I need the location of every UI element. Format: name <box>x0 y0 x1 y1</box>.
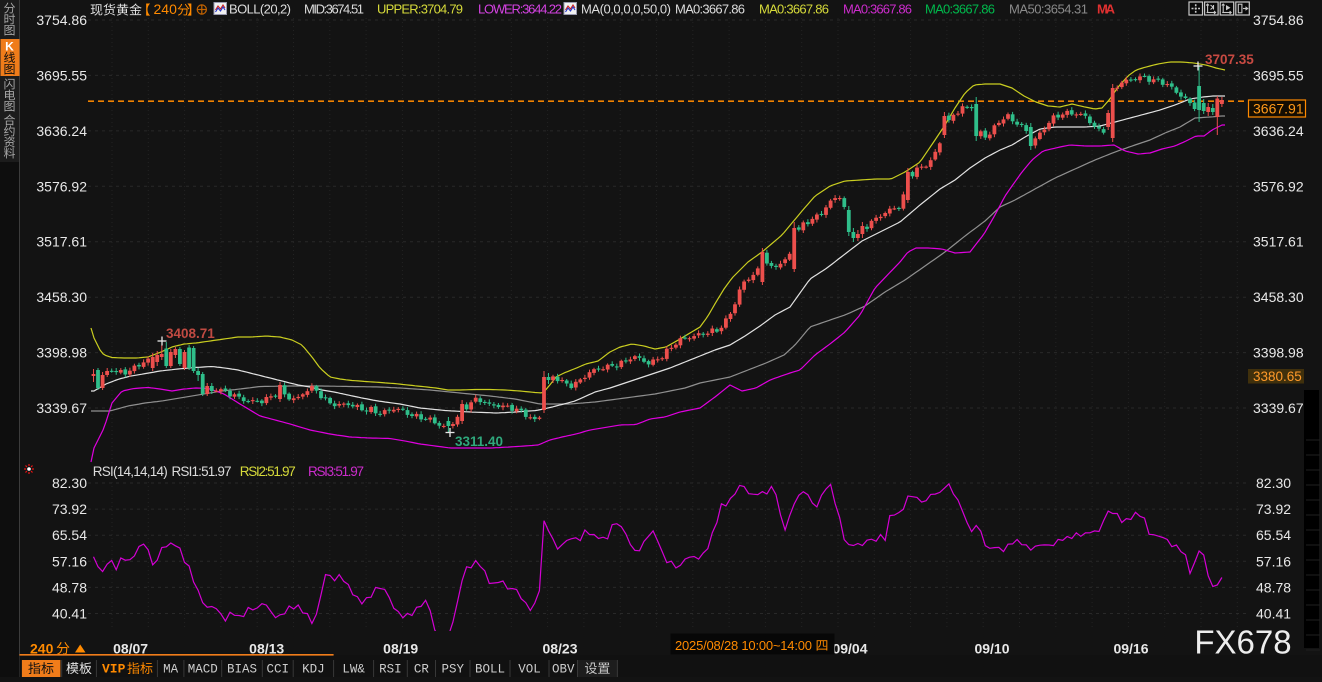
svg-text:2025/08/28 10:00~14:00: 2025/08/28 10:00~14:00 <box>675 638 812 653</box>
svg-text:3695.55: 3695.55 <box>36 67 87 83</box>
svg-text:3576.92: 3576.92 <box>1253 178 1304 194</box>
svg-text:3398.98: 3398.98 <box>1253 345 1304 361</box>
svg-text:MA0:3667.86: MA0:3667.86 <box>759 2 829 17</box>
svg-text:3380.65: 3380.65 <box>1253 369 1302 384</box>
svg-text:09/04: 09/04 <box>832 641 867 657</box>
svg-text:3517.61: 3517.61 <box>1253 234 1304 250</box>
svg-text:73.92: 73.92 <box>1256 501 1291 517</box>
svg-text:3408.71: 3408.71 <box>166 326 215 341</box>
svg-text:82.30: 82.30 <box>1256 475 1291 491</box>
svg-text:08/19: 08/19 <box>383 641 418 657</box>
svg-text:09/16: 09/16 <box>1113 641 1148 657</box>
svg-text:3754.86: 3754.86 <box>1253 12 1304 28</box>
svg-text:BIAS: BIAS <box>227 663 257 677</box>
svg-text:MA0:3667.86: MA0:3667.86 <box>843 2 912 17</box>
svg-text:MA: MA <box>1097 2 1116 17</box>
svg-text:3517.61: 3517.61 <box>36 234 87 250</box>
svg-text:CCI: CCI <box>267 663 290 677</box>
svg-text:48.78: 48.78 <box>52 579 87 595</box>
svg-text:K: K <box>5 40 14 54</box>
svg-text:3636.24: 3636.24 <box>1253 123 1304 139</box>
svg-text:RSI2:51.97: RSI2:51.97 <box>240 464 296 479</box>
svg-text:3311.40: 3311.40 <box>455 434 503 449</box>
svg-text:3458.30: 3458.30 <box>1253 289 1304 305</box>
svg-text:OBV: OBV <box>552 663 575 677</box>
svg-text:RSI(14,14,14): RSI(14,14,14) <box>93 464 168 479</box>
svg-text:MA(0,0,0,0,50,0): MA(0,0,0,0,50,0) <box>581 2 671 17</box>
svg-text:08/23: 08/23 <box>542 641 577 657</box>
svg-text:3695.55: 3695.55 <box>1253 67 1304 83</box>
svg-text:3636.24: 3636.24 <box>36 123 87 139</box>
svg-text:3707.35: 3707.35 <box>1205 52 1254 67</box>
svg-text:MA0:3667.86: MA0:3667.86 <box>925 2 995 17</box>
svg-text:RSI3:51.97: RSI3:51.97 <box>308 464 364 479</box>
svg-text:RSI: RSI <box>379 663 402 677</box>
svg-text:3458.30: 3458.30 <box>36 289 87 305</box>
svg-text:09/10: 09/10 <box>974 641 1009 657</box>
svg-text:MA: MA <box>163 663 179 677</box>
svg-text:65.54: 65.54 <box>52 527 87 543</box>
svg-text:LOWER:3644.22: LOWER:3644.22 <box>478 2 562 17</box>
svg-text:57.16: 57.16 <box>52 553 87 569</box>
svg-text:PSY: PSY <box>441 663 464 677</box>
svg-text:65.54: 65.54 <box>1256 527 1291 543</box>
svg-text:40.41: 40.41 <box>52 606 87 622</box>
svg-text:3339.67: 3339.67 <box>36 400 87 416</box>
svg-text:VOL: VOL <box>518 663 541 677</box>
svg-text:57.16: 57.16 <box>1256 553 1291 569</box>
svg-text:3398.98: 3398.98 <box>36 345 87 361</box>
svg-text:3576.92: 3576.92 <box>36 178 87 194</box>
svg-text:UPPER:3704.79: UPPER:3704.79 <box>377 2 463 17</box>
svg-text:73.92: 73.92 <box>52 501 87 517</box>
svg-text:CR: CR <box>414 663 430 677</box>
svg-text:RSI1:51.97: RSI1:51.97 <box>172 464 232 479</box>
svg-text:BOLL: BOLL <box>475 663 505 677</box>
svg-text:VIP: VIP <box>102 662 126 677</box>
svg-text:82.30: 82.30 <box>52 475 87 491</box>
svg-text:LW&: LW& <box>342 663 365 677</box>
svg-text:MA0:3667.86: MA0:3667.86 <box>675 2 745 17</box>
svg-text:40.41: 40.41 <box>1256 606 1291 622</box>
svg-text:MACD: MACD <box>188 663 218 677</box>
svg-text:48.78: 48.78 <box>1256 579 1291 595</box>
svg-text:3667.91: 3667.91 <box>1253 101 1304 117</box>
svg-text:3754.86: 3754.86 <box>36 12 87 28</box>
svg-text:KDJ: KDJ <box>302 663 325 677</box>
svg-text:FX678: FX678 <box>1194 624 1291 661</box>
svg-text:MA50:3654.31: MA50:3654.31 <box>1009 2 1088 17</box>
svg-text:3339.67: 3339.67 <box>1253 400 1304 416</box>
svg-text:240: 240 <box>154 1 178 17</box>
svg-text:MID:3674.51: MID:3674.51 <box>304 2 364 17</box>
svg-text:BOLL(20,2): BOLL(20,2) <box>229 2 291 17</box>
